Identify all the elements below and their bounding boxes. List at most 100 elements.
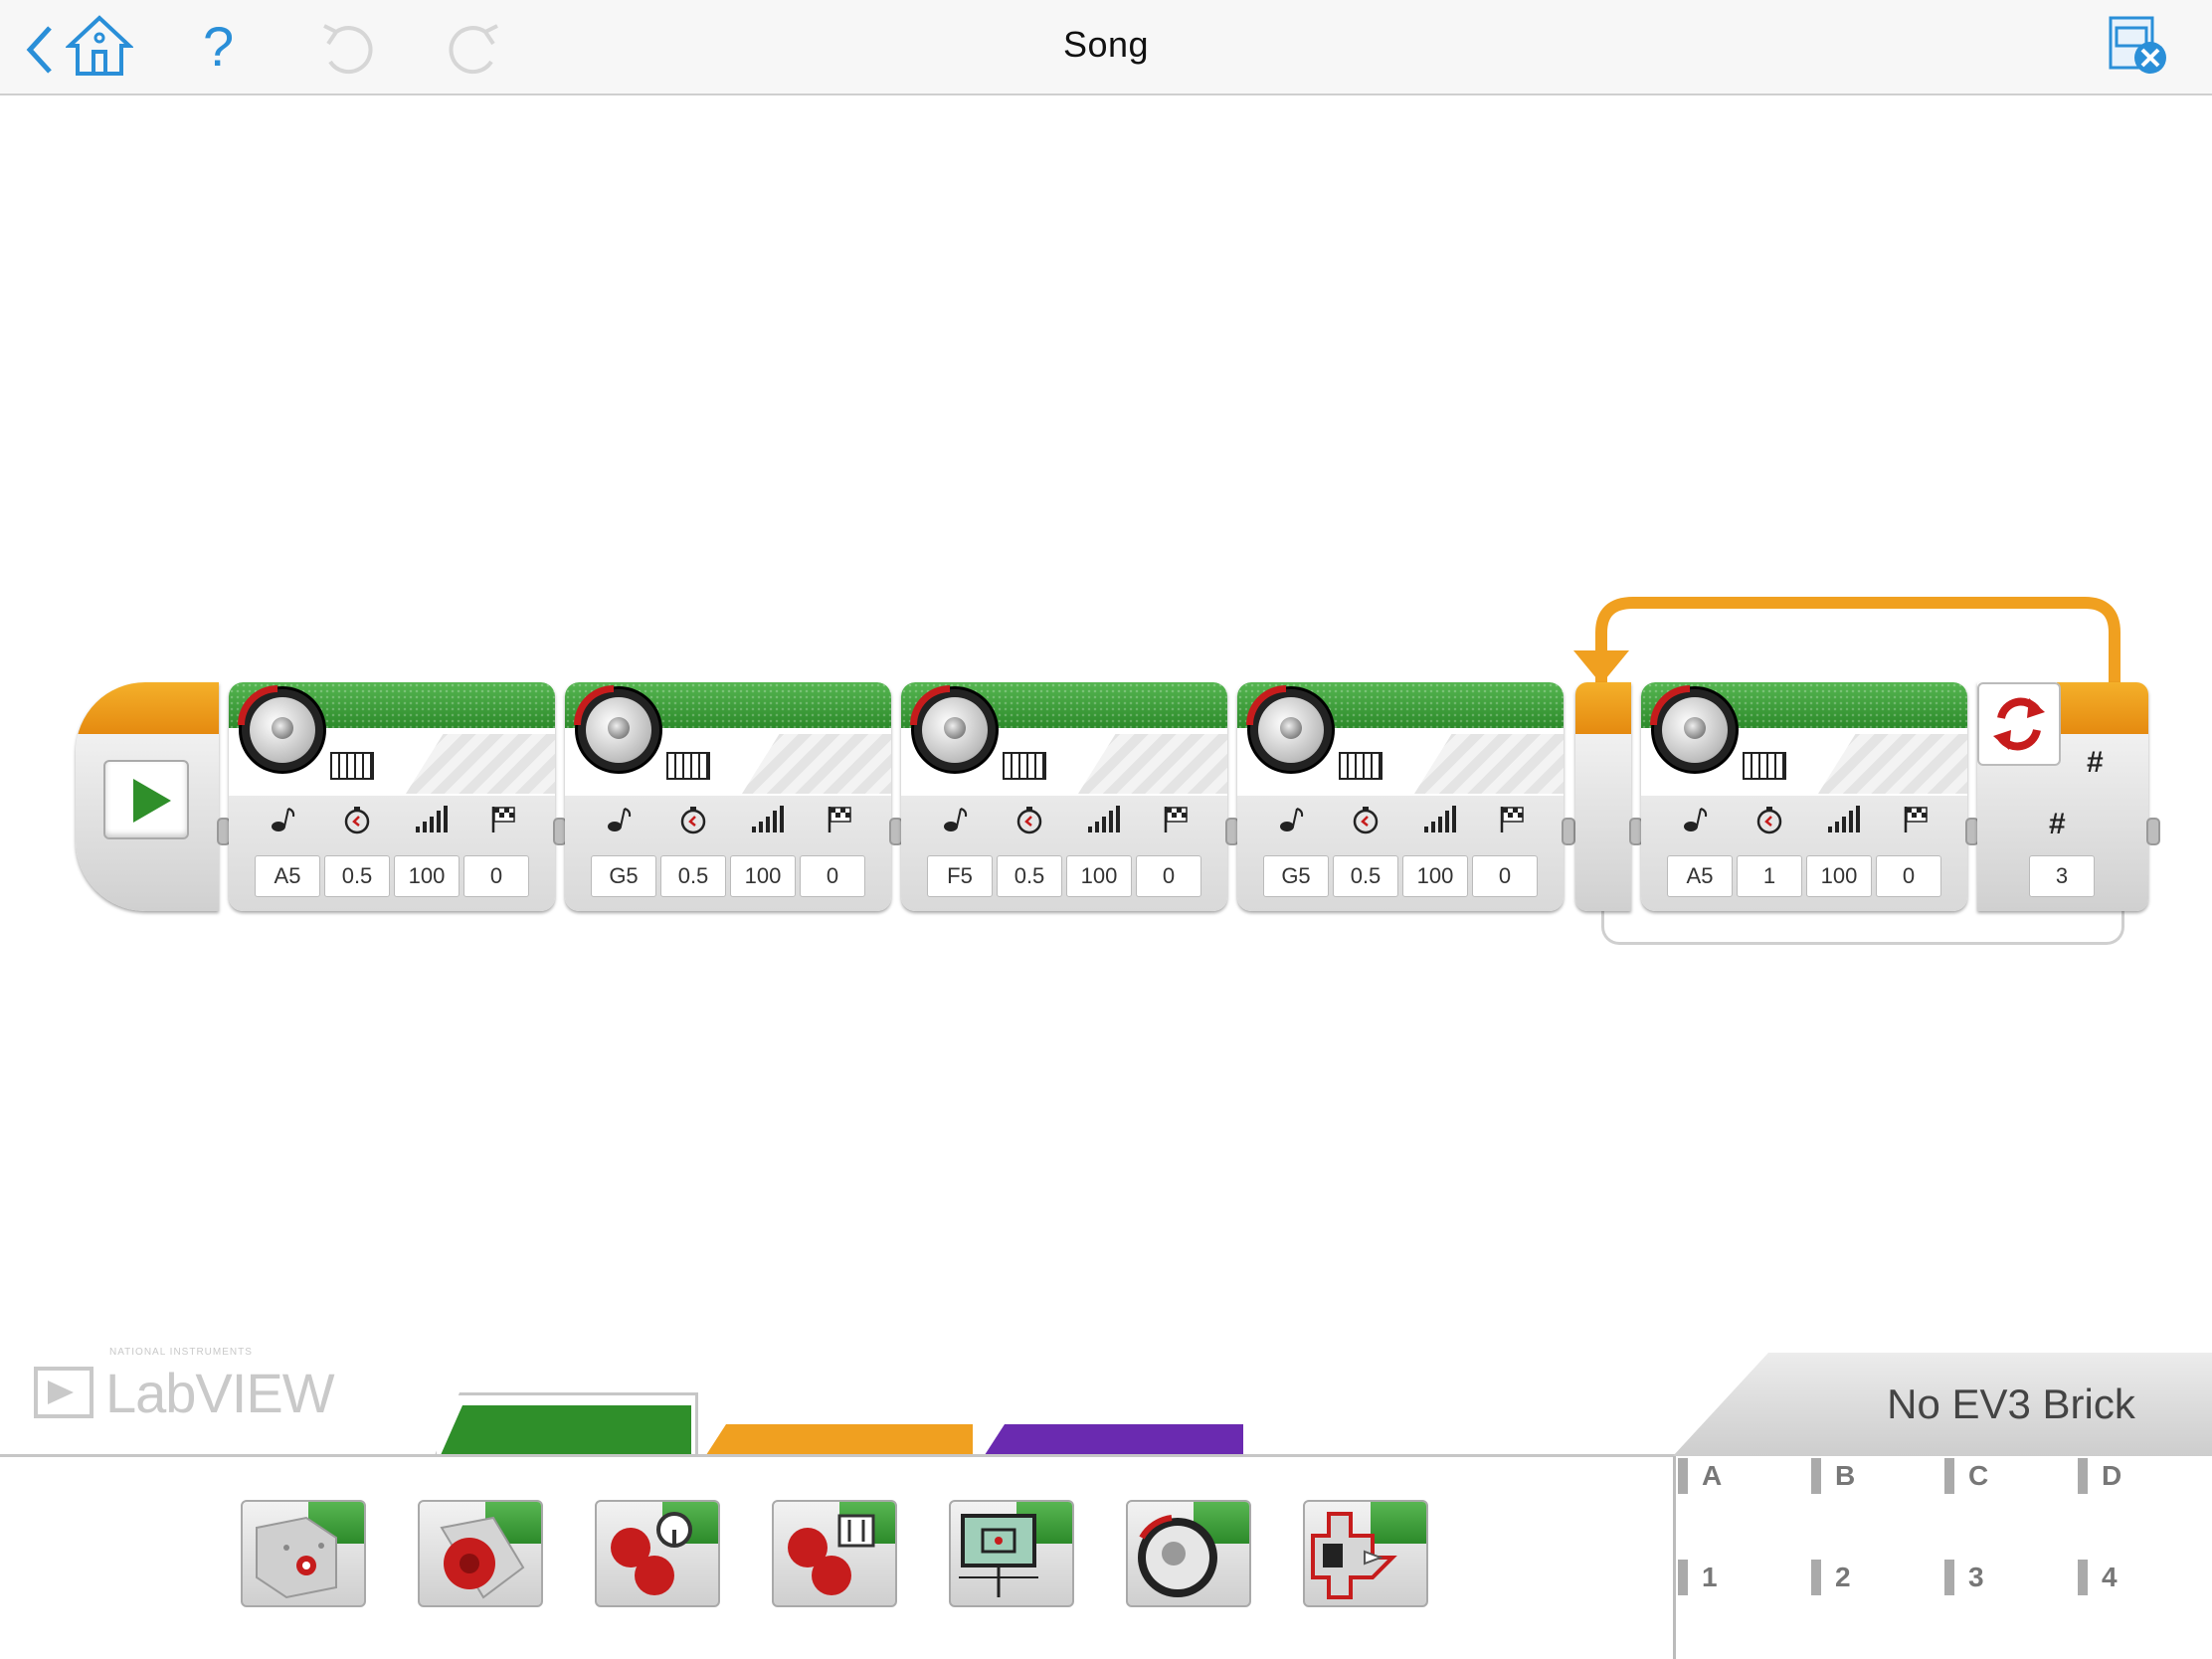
volume-icon — [1086, 803, 1120, 836]
note-icon — [1679, 803, 1713, 836]
sound-block[interactable]: A5 1 100 0 — [1641, 682, 1967, 911]
sound-block[interactable]: G5 0.5 100 0 — [1237, 682, 1564, 911]
play-type-value[interactable]: 0 — [1876, 855, 1941, 897]
sound-block[interactable]: A5 0.5 100 0 — [229, 682, 555, 911]
volume-value[interactable]: 100 — [394, 855, 460, 897]
sensor-port-4[interactable]: 4 — [2078, 1560, 2118, 1595]
brick-buttons-icon — [1311, 1512, 1397, 1599]
vendor-label: NATIONAL INSTRUMENTS — [109, 1346, 253, 1358]
port-view: A B C D 1 2 3 4 — [1673, 1456, 2212, 1659]
checkered-flag-icon — [1496, 803, 1530, 836]
page-title: Song — [1062, 24, 1150, 65]
speaker-icon — [910, 685, 999, 774]
play-type-value[interactable]: 0 — [800, 855, 865, 897]
tab-flow-control[interactable] — [704, 1424, 973, 1458]
sensor-port-2[interactable]: 2 — [1811, 1560, 1851, 1595]
volume-icon — [414, 803, 448, 836]
palette-display[interactable] — [949, 1500, 1074, 1607]
brick-status-light-icon — [256, 1516, 337, 1599]
piano-icon — [1743, 752, 1786, 780]
speaker-icon — [1246, 685, 1335, 774]
piano-icon — [1003, 752, 1046, 780]
speaker-icon — [574, 685, 662, 774]
duration-value[interactable]: 1 — [1737, 855, 1802, 897]
sound-icon — [1138, 1515, 1217, 1597]
volume-value[interactable]: 100 — [1806, 855, 1872, 897]
stopwatch-icon — [1013, 803, 1046, 836]
duration-value[interactable]: 0.5 — [324, 855, 390, 897]
note-icon — [603, 803, 637, 836]
close-project-icon[interactable] — [2105, 14, 2172, 82]
block-connector — [1562, 818, 1575, 845]
tab-action-blocks[interactable] — [434, 1392, 698, 1458]
display-icon — [959, 1514, 1038, 1597]
stopwatch-icon — [340, 803, 374, 836]
start-block[interactable] — [76, 682, 219, 911]
labview-logo: NATIONAL INSTRUMENTS LabVIEW — [32, 1347, 335, 1424]
volume-value[interactable]: 100 — [730, 855, 796, 897]
block-connector — [2146, 818, 2160, 845]
sensor-port-1[interactable]: 1 — [1678, 1560, 1718, 1595]
brick-panel-header[interactable]: No EV3 Brick — [1673, 1353, 2212, 1456]
play-type-value[interactable]: 0 — [1472, 855, 1538, 897]
motor-port-c[interactable]: C — [1944, 1458, 1988, 1494]
motor-port-d[interactable]: D — [2078, 1458, 2121, 1494]
checkered-flag-icon — [487, 803, 521, 836]
palette-brick-buttons[interactable] — [1303, 1500, 1428, 1607]
palette-move-steering[interactable] — [595, 1500, 720, 1607]
note-value[interactable]: G5 — [591, 855, 656, 897]
tab-data-operations[interactable] — [983, 1424, 1243, 1458]
loop-count-symbol: # — [2049, 808, 2066, 840]
product-label: LabVIEW — [105, 1361, 335, 1424]
duration-value[interactable]: 0.5 — [1333, 855, 1398, 897]
motor-port-a[interactable]: A — [1678, 1458, 1722, 1494]
volume-icon — [1826, 803, 1860, 836]
play-type-value[interactable]: 0 — [463, 855, 529, 897]
sound-block[interactable]: F5 0.5 100 0 — [901, 682, 1227, 911]
volume-icon — [750, 803, 784, 836]
note-value[interactable]: G5 — [1263, 855, 1329, 897]
labview-logo-icon — [34, 1367, 93, 1418]
loop-refresh-icon[interactable] — [1977, 682, 2061, 766]
play-icon[interactable] — [103, 760, 189, 839]
duration-value[interactable]: 0.5 — [997, 855, 1062, 897]
play-type-value[interactable]: 0 — [1136, 855, 1201, 897]
note-icon — [939, 803, 973, 836]
speaker-icon — [238, 685, 326, 774]
note-icon — [267, 803, 300, 836]
piano-icon — [666, 752, 710, 780]
note-value[interactable]: F5 — [927, 855, 993, 897]
note-icon — [1275, 803, 1309, 836]
note-value[interactable]: A5 — [255, 855, 320, 897]
volume-value[interactable]: 100 — [1402, 855, 1468, 897]
palette-medium-motor[interactable] — [418, 1500, 543, 1607]
top-toolbar: ? Song — [0, 0, 2212, 95]
stopwatch-icon — [1752, 803, 1786, 836]
volume-value[interactable]: 100 — [1066, 855, 1132, 897]
volume-icon — [1422, 803, 1456, 836]
palette-sound[interactable] — [1126, 1500, 1251, 1607]
checkered-flag-icon — [1900, 803, 1934, 836]
medium-motor-icon — [440, 1516, 525, 1599]
loop-count-value[interactable]: 3 — [2029, 855, 2095, 897]
palette-brick-status-light[interactable] — [241, 1500, 366, 1607]
piano-icon — [1339, 752, 1382, 780]
move-steering-icon — [611, 1512, 692, 1595]
stopwatch-icon — [1349, 803, 1382, 836]
note-value[interactable]: A5 — [1667, 855, 1733, 897]
checkered-flag-icon — [824, 803, 857, 836]
duration-value[interactable]: 0.5 — [660, 855, 726, 897]
loop-block-end[interactable]: # # 3 — [1977, 682, 2148, 911]
loop-mode-symbol[interactable]: # — [2087, 746, 2104, 780]
move-tank-icon — [788, 1514, 875, 1595]
piano-icon — [330, 752, 374, 780]
palette-move-tank[interactable] — [772, 1500, 897, 1607]
sensor-port-3[interactable]: 3 — [1944, 1560, 1984, 1595]
loop-arrow — [1573, 597, 2120, 688]
checkered-flag-icon — [1160, 803, 1194, 836]
ev3-brick-panel[interactable]: No EV3 Brick A B C D 1 2 3 4 — [1673, 1353, 2212, 1659]
loop-block-start[interactable] — [1575, 682, 1631, 911]
brick-status-title: No EV3 Brick — [1887, 1381, 2135, 1427]
motor-port-b[interactable]: B — [1811, 1458, 1855, 1494]
sound-block[interactable]: G5 0.5 100 0 — [565, 682, 891, 911]
